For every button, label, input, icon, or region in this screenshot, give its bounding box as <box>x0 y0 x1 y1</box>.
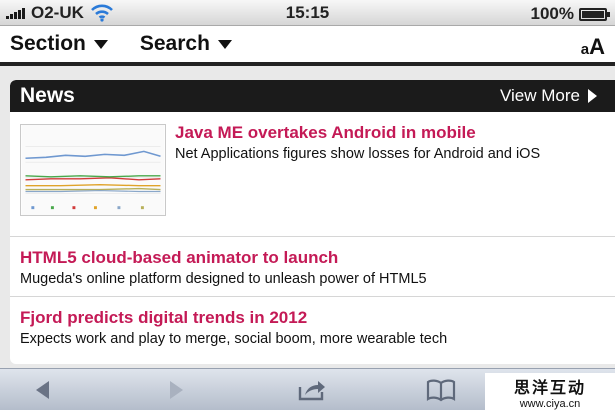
text-size-button[interactable]: aA <box>581 34 605 60</box>
section-label: Section <box>10 32 86 55</box>
bookmarks-icon[interactable] <box>426 378 456 402</box>
article-headline[interactable]: Java ME overtakes Android in mobile <box>175 122 540 144</box>
share-icon[interactable] <box>297 378 327 402</box>
battery-fill <box>582 10 604 18</box>
search-label: Search <box>139 32 210 55</box>
text-size-label: aA <box>580 34 605 59</box>
view-more-label: View More <box>500 86 580 105</box>
article-summary: Mugeda's online platform designed to unl… <box>20 271 427 287</box>
news-item[interactable]: Java ME overtakes Android in mobile Net … <box>10 112 615 237</box>
article-headline[interactable]: Fjord predicts digital trends in 2012 <box>20 307 605 329</box>
news-item[interactable]: HTML5 cloud-based animator to launch Mug… <box>10 237 615 297</box>
news-title: News <box>20 84 75 107</box>
forward-icon[interactable] <box>170 381 183 399</box>
news-item-text: Java ME overtakes Android in mobile Net … <box>175 122 540 236</box>
search-menu-button[interactable]: Search <box>140 32 232 56</box>
watermark-url: www.ciya.cn <box>519 398 581 410</box>
status-time: 15:15 <box>285 3 330 22</box>
article-summary: Expects work and play to merge, social b… <box>20 331 448 347</box>
article-thumbnail <box>20 124 166 216</box>
article-summary: Net Applications figures show losses for… <box>175 146 541 162</box>
view-more-link[interactable]: View More <box>500 86 597 106</box>
battery-percent: 100% <box>530 4 574 23</box>
watermark: 思洋互动 www.ciya.cn <box>485 373 615 410</box>
article-headline[interactable]: HTML5 cloud-based animator to launch <box>20 247 605 269</box>
watermark-title: 思洋互动 <box>513 378 586 397</box>
status-bar: O2-UK 15:15 100% <box>0 0 615 26</box>
news-panel: News View More Java ME overtakes Android… <box>10 80 615 364</box>
back-icon[interactable] <box>36 381 49 399</box>
battery-indicator: 100% <box>530 4 610 24</box>
play-arrow-icon <box>588 89 597 103</box>
battery-icon <box>579 7 610 21</box>
site-nav: Section Search aA <box>0 26 615 66</box>
news-header: News View More <box>10 80 615 112</box>
news-item[interactable]: Fjord predicts digital trends in 2012 Ex… <box>10 297 615 359</box>
chevron-down-icon <box>217 39 232 49</box>
section-menu-button[interactable]: Section <box>10 32 108 56</box>
chevron-down-icon <box>93 39 108 49</box>
